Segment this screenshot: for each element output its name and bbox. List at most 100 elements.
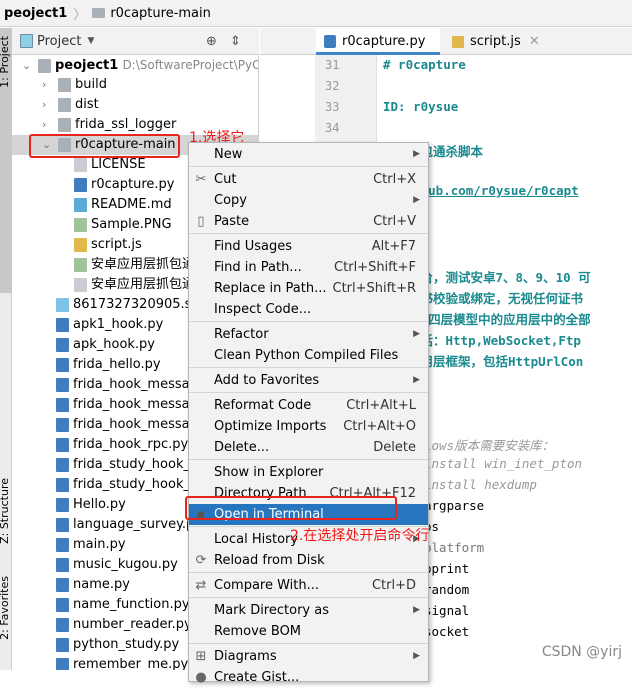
menu-item-label: Show in Explorer — [214, 465, 324, 480]
menu-item-copy[interactable]: Copy ▶ — [189, 190, 428, 211]
chevron-down-icon[interactable]: ⌄ — [22, 56, 38, 76]
menu-item-find-in-path[interactable]: Find in Path... Ctrl+Shift+F — [189, 257, 428, 278]
menu-item-clean-python-compiled-files[interactable]: Clean Python Compiled Files — [189, 345, 428, 366]
project-tool-tab[interactable]: 1: Project — [0, 36, 11, 88]
breadcrumb-project[interactable]: peoject1 — [4, 6, 67, 21]
tree-item[interactable]: frida_hello.py — [56, 355, 161, 375]
menu-item-delete[interactable]: Delete... Delete — [189, 437, 428, 458]
menu-item-refactor[interactable]: Refactor ▶ — [189, 324, 428, 345]
tree-item[interactable]: › build — [42, 75, 107, 95]
menu-item-reload-from-disk[interactable]: ⟳ Reload from Disk — [189, 550, 428, 571]
close-icon[interactable]: ✕ — [529, 34, 540, 49]
locate-icon[interactable]: ⊕ — [206, 34, 217, 49]
menu-item-label: Replace in Path... — [214, 281, 327, 296]
tree-item[interactable]: › dist — [42, 95, 99, 115]
line-number: 34 — [325, 121, 340, 135]
favorites-tool-tab[interactable]: 2: Favorites — [0, 576, 11, 640]
tree-item[interactable]: remember_me.py — [56, 655, 188, 670]
tree-item[interactable]: script.js — [74, 235, 142, 255]
menu-item-diagrams[interactable]: ⊞ Diagrams ▶ — [189, 646, 428, 667]
tree-item[interactable]: Sample.PNG — [74, 215, 172, 235]
tree-item-label: Hello.py — [73, 497, 126, 512]
submenu-arrow-icon: ▶ — [413, 651, 420, 661]
tab-r0capture-py[interactable]: r0capture.py ✕ — [316, 28, 440, 76]
tree-item[interactable]: ⌄ peoject1 D:\SoftwareProject\PyCharmProj… — [22, 55, 258, 76]
menu-item-show-in-explorer[interactable]: Show in Explorer — [189, 462, 428, 483]
menu-item-paste[interactable]: ▯ Paste Ctrl+V — [189, 211, 428, 232]
scissors-icon: ✂ — [195, 172, 207, 187]
tree-item-label: 安卓应用层抓包通 — [91, 257, 196, 272]
menu-item-new[interactable]: New ▶ — [189, 144, 428, 165]
breadcrumb-folder[interactable]: r0capture-main — [110, 6, 211, 21]
project-panel-header: Project ▼ ⊕ ⇕ ⚙ — — [12, 28, 305, 55]
menu-item-find-usages[interactable]: Find Usages Alt+F7 — [189, 236, 428, 257]
chevron-right-icon[interactable]: › — [42, 115, 58, 135]
tree-item[interactable]: 安卓应用层抓包通 — [74, 255, 195, 275]
project-view-selector[interactable]: Project — [37, 34, 81, 49]
py-file-icon — [56, 397, 69, 412]
tree-item[interactable]: 8617327320905.ses — [56, 295, 206, 315]
tree-item[interactable]: frida_study_hook_ja — [56, 475, 202, 495]
code-line: ID: r0ysue — [383, 99, 459, 114]
annotation-step2: 2.在选择处开启命令行 — [290, 528, 430, 544]
tree-item[interactable]: language_survey.py — [56, 515, 202, 535]
menu-item-label: Delete... — [214, 440, 270, 455]
tree-item[interactable]: python_study.py — [56, 635, 179, 655]
menu-item-add-to-favorites[interactable]: Add to Favorites ▶ — [189, 370, 428, 391]
submenu-arrow-icon: ▶ — [413, 375, 420, 385]
tree-item[interactable]: › frida_ssl_logger — [42, 115, 176, 135]
tree-item[interactable]: LICENSE — [74, 155, 146, 175]
tree-item[interactable]: 安卓应用层抓包通 — [74, 275, 195, 295]
menu-item-mark-directory-as[interactable]: Mark Directory as ▶ — [189, 600, 428, 621]
menu-item-compare-with[interactable]: ⇄ Compare With... Ctrl+D — [189, 575, 428, 596]
tree-item[interactable]: Hello.py — [56, 495, 126, 515]
py-file-icon — [56, 377, 69, 392]
tree-item[interactable]: frida_study_hook_ja — [56, 455, 202, 475]
tree-item[interactable]: main.py — [56, 535, 126, 555]
tree-item[interactable]: README.md — [74, 195, 172, 215]
menu-item-create-gist[interactable]: ● Create Gist... — [189, 667, 428, 688]
tree-item[interactable]: frida_hook_messag — [56, 375, 198, 395]
reload-icon: ⟳ — [195, 553, 207, 568]
menu-item-label: Remove BOM — [214, 624, 302, 639]
tab-label: r0capture.py — [342, 34, 426, 49]
tree-item[interactable]: name.py — [56, 575, 130, 595]
tree-item-label: apk_hook.py — [73, 337, 155, 352]
js-file-icon — [452, 36, 464, 48]
tree-item[interactable]: frida_hook_rpc.py — [56, 435, 188, 455]
tab-script-js[interactable]: script.js ✕ — [444, 28, 544, 55]
py-file-icon — [56, 477, 69, 492]
menu-item-shortcut: Ctrl+Alt+O — [343, 419, 416, 434]
menu-item-inspect-code[interactable]: Inspect Code... — [189, 299, 428, 320]
submenu-arrow-icon: ▶ — [413, 605, 420, 615]
menu-item-label: Inspect Code... — [214, 302, 312, 317]
menu-item-shortcut: Alt+F7 — [371, 239, 416, 254]
code-line: socket — [424, 624, 470, 639]
collapse-all-icon[interactable]: ⇕ — [230, 34, 241, 49]
folder-file-icon — [58, 97, 71, 112]
chevron-right-icon[interactable]: › — [42, 95, 58, 115]
menu-item-remove-bom[interactable]: Remove BOM — [189, 621, 428, 642]
menu-item-label: Local History — [214, 532, 299, 547]
menu-item-reformat-code[interactable]: Reformat Code Ctrl+Alt+L — [189, 395, 428, 416]
tree-item[interactable]: name_function.py — [56, 595, 190, 615]
menu-item-replace-in-path[interactable]: Replace in Path... Ctrl+Shift+R — [189, 278, 428, 299]
tree-item[interactable]: music_kugou.py — [56, 555, 178, 575]
menu-item-shortcut: Ctrl+D — [371, 578, 416, 593]
structure-tool-tab[interactable]: Z: Structure — [0, 478, 11, 544]
tree-item[interactable]: number_reader.py — [56, 615, 192, 635]
menu-item-cut[interactable]: ✂ Cut Ctrl+X — [189, 169, 428, 190]
folder-file-icon — [58, 117, 71, 132]
tree-item[interactable]: frida_hook_messag — [56, 395, 198, 415]
chevron-down-icon[interactable]: ▼ — [87, 36, 94, 46]
tree-item[interactable]: frida_hook_messag — [56, 415, 198, 435]
tree-item[interactable]: apk_hook.py — [56, 335, 155, 355]
chevron-right-icon[interactable]: › — [42, 75, 58, 95]
menu-item-optimize-imports[interactable]: Optimize Imports Ctrl+Alt+O — [189, 416, 428, 437]
tree-item[interactable]: apk1_hook.py — [56, 315, 163, 335]
py-file-icon — [56, 317, 69, 332]
tree-item-label: dist — [75, 97, 99, 112]
py-file-icon — [56, 357, 69, 372]
tree-item[interactable]: r0capture.py — [74, 175, 174, 195]
menu-item-shortcut: Ctrl+Shift+F — [334, 260, 416, 275]
